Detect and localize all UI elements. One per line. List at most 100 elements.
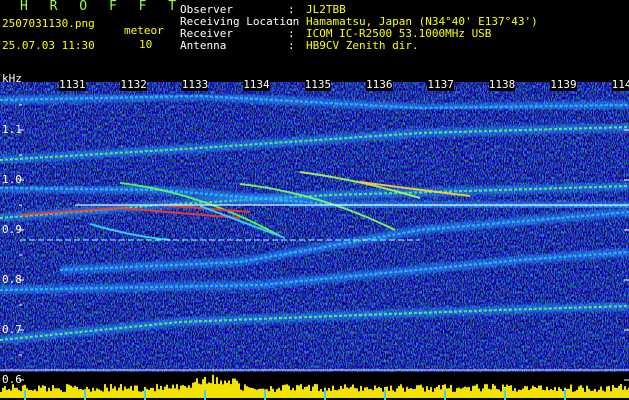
signal-level-bar (472, 385, 474, 398)
signal-level-bar (514, 388, 516, 398)
signal-level-bar (332, 385, 334, 398)
signal-level-bar (180, 385, 182, 398)
signal-level-bar (600, 386, 602, 398)
signal-level-bar (174, 388, 176, 398)
signal-level-bar (370, 388, 372, 398)
signal-level-bar (244, 384, 246, 398)
signal-level-bar (160, 385, 162, 398)
signal-level-bar (428, 389, 430, 398)
signal-level-bar (392, 390, 394, 398)
signal-level-bar (104, 384, 106, 398)
signal-level-bar (530, 388, 532, 398)
signal-level-bar (576, 389, 578, 398)
signal-level-bar (80, 388, 82, 398)
signal-level-bar (620, 384, 622, 398)
signal-level-bar (246, 386, 248, 398)
signal-level-bar (238, 383, 240, 398)
signal-level-bar (156, 384, 158, 398)
signal-level-bar (398, 386, 400, 398)
signal-level-bar (34, 389, 36, 398)
signal-level-bar (210, 383, 212, 398)
signal-level-bar (20, 391, 22, 398)
signal-level-bar (516, 391, 518, 398)
signal-level-bar (170, 388, 172, 398)
signal-level-bar (376, 388, 378, 398)
signal-level-bar (330, 390, 332, 398)
signal-level-bar (234, 378, 236, 398)
signal-level-bar (344, 384, 346, 398)
signal-level-bar (374, 385, 376, 398)
signal-level-bar (538, 385, 540, 398)
signal-level-bar (438, 384, 440, 398)
signal-level-bar (466, 387, 468, 398)
signal-level-bar (302, 389, 304, 398)
signal-level-bar (434, 388, 436, 398)
signal-level-bar (512, 390, 514, 398)
signal-level-bar (86, 386, 88, 398)
signal-level-bar (178, 389, 180, 398)
signal-level-bar (432, 391, 434, 398)
signal-level-bar (496, 389, 498, 398)
signal-level-bar (58, 388, 60, 398)
signal-level-bar (614, 387, 616, 398)
time-marker-bar (204, 390, 206, 400)
signal-level-bar (352, 384, 354, 398)
file-name: 2507031130.png (2, 17, 95, 30)
signal-level-bar (274, 391, 276, 398)
signal-level-bar (396, 388, 398, 398)
signal-level-bar (616, 387, 618, 398)
time-tick-label: 1132 (120, 78, 147, 91)
signal-level-bar (38, 385, 40, 398)
signal-level-bar (142, 390, 144, 398)
signal-level-bar (358, 391, 360, 398)
signal-level-bar (60, 390, 62, 398)
signal-level-bar (290, 390, 292, 398)
signal-level-bar (454, 391, 456, 398)
time-marker-bar (564, 390, 566, 400)
signal-level-bar (314, 384, 316, 398)
signal-level-bar (594, 388, 596, 398)
signal-level-bar (36, 391, 38, 398)
time-tick-label: 1139 (550, 78, 577, 91)
time-marker-bar (84, 390, 86, 400)
signal-level-bar (602, 390, 604, 398)
signal-level-bar (254, 389, 256, 398)
frequency-tick-label: 0.7 (2, 323, 22, 336)
signal-level-bar (326, 390, 328, 398)
signal-level-bar (164, 386, 166, 398)
signal-level-bar (510, 385, 512, 398)
signal-level-bar (490, 389, 492, 398)
axis-unit-label: kHz (2, 72, 22, 85)
signal-level-bar (320, 389, 322, 398)
signal-level-bar (502, 384, 504, 398)
signal-level-bar (540, 385, 542, 398)
signal-level-bar (446, 388, 448, 398)
signal-level-bar (308, 384, 310, 398)
signal-level-bar (388, 390, 390, 398)
signal-level-bar (100, 390, 102, 398)
signal-level-bar (196, 378, 198, 398)
signal-level-bar (76, 387, 78, 398)
signal-level-bar (146, 388, 148, 398)
hrofft-window: { "app": {"title": "H R O F F T"}, "file… (0, 0, 629, 400)
frequency-tick-label: 0.8 (2, 273, 22, 286)
signal-level-bar (224, 380, 226, 398)
time-tick-label: 1135 (304, 78, 332, 91)
signal-level-bar (500, 391, 502, 398)
signal-level-bar (624, 386, 626, 398)
signal-level-bar (476, 384, 478, 398)
signal-level-bar (566, 388, 568, 398)
app-title: H R O F F T (20, 0, 184, 14)
signal-level-bar (350, 386, 352, 398)
signal-level-bar (22, 385, 24, 398)
signal-level-bar (182, 385, 184, 398)
signal-level-bar (404, 391, 406, 398)
signal-level-bar (46, 391, 48, 398)
signal-level-bar (232, 378, 234, 398)
signal-level-bar (318, 390, 320, 398)
signal-level-bar (334, 389, 336, 398)
meteor-count: 10 (139, 38, 153, 51)
signal-level-bar (202, 379, 204, 398)
signal-level-bar (306, 386, 308, 398)
signal-level-bar (414, 388, 416, 398)
